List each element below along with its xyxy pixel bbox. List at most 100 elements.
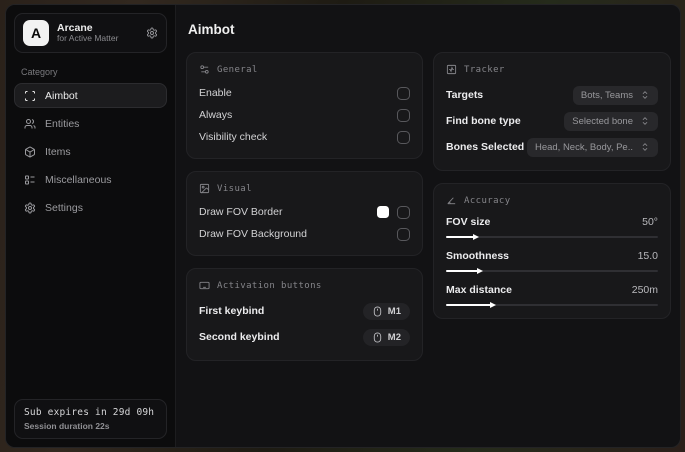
accuracy-card: Accuracy FOV size 50° Smoothness 15.0 Ma…	[433, 183, 671, 319]
sidebar: A Arcane for Active Matter Category Aimb…	[6, 5, 176, 447]
setting-label: Second keybind	[199, 331, 280, 343]
setting-label: Targets	[446, 89, 484, 101]
sidebar-item-miscellaneous[interactable]: Miscellaneous	[14, 167, 167, 192]
dropdown-value: Head, Neck, Body, Pe..	[534, 141, 633, 153]
setting-label: Enable	[199, 87, 232, 99]
slider-thumb[interactable]	[489, 301, 496, 308]
slider-value: 15.0	[637, 249, 658, 262]
draw-fov-background-checkbox[interactable]	[397, 227, 410, 241]
category-label: Category	[21, 67, 58, 77]
keybind-value: M1	[387, 305, 401, 317]
slider-thumb[interactable]	[472, 233, 479, 240]
keybind-value: M2	[387, 331, 401, 343]
setting-label: Max distance	[446, 283, 512, 296]
slider-value: 50°	[642, 215, 658, 228]
section-title: Tracker	[464, 64, 505, 75]
section-title: Accuracy	[464, 195, 511, 206]
image-icon	[199, 183, 210, 194]
setting-label: FOV size	[446, 215, 491, 228]
subscription-info-card: Sub expires in 29d 09h Session duration …	[14, 399, 167, 439]
brand-logo: A	[23, 20, 49, 46]
general-card: General Enable Always Visibility check	[186, 52, 423, 159]
targets-dropdown[interactable]: Bots, Teams	[572, 85, 658, 105]
sidebar-item-settings[interactable]: Settings	[14, 195, 167, 220]
smoothness-slider[interactable]	[446, 267, 658, 274]
category-nav: Aimbot Entities Items Miscellaneous Sett…	[14, 83, 167, 220]
setting-row-always: Always	[199, 104, 410, 126]
slider-thumb[interactable]	[476, 267, 483, 274]
sub-expires-text: Sub expires in 29d 09h	[24, 407, 155, 418]
enable-checkbox[interactable]	[397, 86, 410, 100]
slider-fill	[446, 233, 479, 240]
setting-row-draw-fov-background: Draw FOV Background	[199, 223, 410, 245]
keyboard-icon	[199, 280, 210, 291]
setting-row-bones-selected: Bones Selected Head, Neck, Body, Pe..	[446, 134, 658, 160]
visibility-check-checkbox[interactable]	[397, 130, 410, 144]
brand-card: A Arcane for Active Matter	[14, 13, 167, 53]
cheat-menu-window: A Arcane for Active Matter Category Aimb…	[5, 4, 681, 448]
visual-card: Visual Draw FOV Border Draw FOV Backgrou…	[186, 171, 423, 256]
find-bone-type-dropdown[interactable]: Selected bone	[564, 111, 658, 131]
dropdown-value: Bots, Teams	[580, 89, 633, 101]
mouse-icon	[372, 305, 383, 317]
bones-selected-dropdown[interactable]: Head, Neck, Body, Pe..	[526, 137, 658, 157]
sidebar-item-entities[interactable]: Entities	[14, 111, 167, 136]
users-icon	[24, 118, 36, 130]
mouse-icon	[372, 331, 383, 343]
section-title: General	[217, 64, 258, 75]
setting-row-fov-size: FOV size 50°	[446, 213, 658, 240]
sidebar-item-label: Entities	[45, 117, 80, 130]
chevrons-up-down-icon	[640, 90, 650, 100]
activation-buttons-card: Activation buttons First keybind M1 Seco…	[186, 268, 423, 361]
setting-row-enable: Enable	[199, 82, 410, 104]
draw-fov-border-checkbox[interactable]	[397, 205, 410, 219]
setting-row-first-keybind: First keybind M1	[199, 298, 410, 324]
setting-label: Draw FOV Border	[199, 206, 283, 218]
main-content: Aimbot General Enable Always Visibility …	[176, 5, 680, 447]
setting-label: Visibility check	[199, 131, 268, 143]
sidebar-item-label: Settings	[45, 201, 83, 214]
setting-row-targets: Targets Bots, Teams	[446, 82, 658, 108]
setting-row-find-bone-type: Find bone type Selected bone	[446, 108, 658, 134]
chevrons-up-down-icon	[640, 142, 650, 152]
cube-icon	[24, 146, 36, 158]
sidebar-item-label: Miscellaneous	[45, 173, 112, 186]
gear-icon[interactable]	[146, 27, 158, 39]
max-distance-slider[interactable]	[446, 301, 658, 308]
session-duration-text: Session duration 22s	[24, 421, 110, 431]
sidebar-item-aimbot[interactable]: Aimbot	[14, 83, 167, 108]
angle-icon	[446, 195, 457, 206]
dropdown-value: Selected bone	[572, 115, 633, 127]
setting-row-second-keybind: Second keybind M2	[199, 324, 410, 350]
sidebar-item-items[interactable]: Items	[14, 139, 167, 164]
activity-icon	[446, 64, 457, 75]
slider-value: 250m	[631, 283, 658, 296]
setting-row-smoothness: Smoothness 15.0	[446, 247, 658, 274]
setting-label: Bones Selected	[446, 141, 525, 153]
section-title: Visual	[217, 183, 252, 194]
list-icon	[24, 174, 36, 186]
setting-label: Draw FOV Background	[199, 228, 307, 240]
fov-border-color-swatch[interactable]	[377, 206, 389, 218]
section-title: Activation buttons	[217, 280, 322, 291]
sliders-icon	[199, 64, 210, 75]
fov-size-slider[interactable]	[446, 233, 658, 240]
first-keybind-button[interactable]: M1	[362, 302, 410, 320]
setting-label: First keybind	[199, 305, 265, 317]
slider-fill	[446, 267, 483, 274]
setting-label: Find bone type	[446, 115, 521, 127]
brand-subtitle: for Active Matter	[57, 33, 119, 44]
gear-icon	[24, 202, 36, 214]
setting-label: Smoothness	[446, 249, 510, 262]
second-keybind-button[interactable]: M2	[362, 328, 410, 346]
always-checkbox[interactable]	[397, 108, 410, 122]
sidebar-item-label: Aimbot	[45, 89, 78, 102]
slider-fill	[446, 301, 496, 308]
game-screen: A Arcane for Active Matter Category Aimb…	[0, 0, 685, 452]
crosshair-scan-icon	[24, 90, 36, 102]
sidebar-item-label: Items	[45, 145, 71, 158]
setting-row-visibility-check: Visibility check	[199, 126, 410, 148]
setting-label: Always	[199, 109, 233, 121]
setting-row-max-distance: Max distance 250m	[446, 281, 658, 308]
tracker-card: Tracker Targets Bots, Teams Find bone ty…	[433, 52, 671, 171]
